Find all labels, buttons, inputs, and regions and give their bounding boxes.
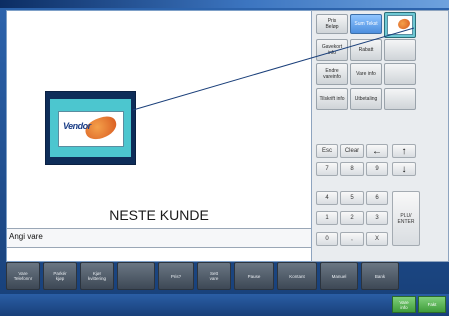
transaction-area: Vendor NESTE KUNDE Angi vare [6, 10, 312, 262]
bottom-button-label: Pris? [170, 273, 182, 279]
key-label: X [374, 236, 379, 242]
card-shortcut-button[interactable] [384, 12, 416, 38]
key-label: , [351, 236, 353, 242]
function-button-sum-text[interactable]: Sum Tekst [350, 14, 382, 34]
key-4[interactable]: 4 [316, 191, 338, 205]
function-button-label: Vare info [356, 71, 376, 77]
function-button-blank-1[interactable] [384, 39, 416, 61]
key-label: 8 [350, 166, 354, 172]
status-button-label: Fakt [427, 302, 437, 307]
key-1[interactable]: 1 [316, 211, 338, 225]
arrow-up-key[interactable]: ↑ [392, 144, 416, 158]
status-bar: Vare info Fakt [0, 294, 449, 316]
function-button-payout[interactable]: Utbetaling [350, 88, 382, 110]
bottom-button-1[interactable]: Vare Telefonnr [6, 262, 40, 290]
function-button-blank-3[interactable] [384, 88, 416, 110]
key-3[interactable]: 3 [366, 211, 388, 225]
key-8[interactable]: 8 [340, 162, 364, 176]
function-button-price[interactable]: Pris Beløp [316, 14, 348, 34]
bottom-button-label: Manuel [331, 273, 347, 279]
app-window: Vendor NESTE KUNDE Angi vare Pris Beløp … [0, 0, 449, 316]
key-label: Esc [321, 148, 332, 154]
arrow-down-key[interactable]: ↓ [392, 162, 416, 176]
status-button-item-info[interactable]: Vare info [392, 296, 416, 313]
arrow-left-icon: ← [372, 145, 382, 157]
function-button-label: Tilskrift info [319, 96, 345, 102]
card-thumbnail-background: Vendor [50, 99, 131, 157]
title-bar [0, 0, 449, 8]
key-multiply[interactable]: X [366, 232, 388, 246]
key-label: Clear [344, 148, 360, 154]
key-label: 2 [350, 215, 354, 221]
function-button-giftcard[interactable]: Gavekort info [316, 39, 348, 61]
bottom-button-2[interactable]: Parkér kjøp [43, 262, 77, 290]
item-input-label: Angi vare [9, 232, 43, 241]
bottom-button-4[interactable] [117, 262, 155, 290]
function-button-label: Gavekort info [321, 44, 343, 56]
card-brand-text: Vendor [63, 121, 91, 131]
key-comma[interactable]: , [340, 232, 364, 246]
key-label: 3 [375, 215, 379, 221]
arrow-up-icon: ↑ [401, 145, 407, 157]
status-button-label: Vare info [399, 299, 409, 310]
bottom-button-9[interactable]: Manuel [320, 262, 358, 290]
function-button-item-info[interactable]: Vare info [350, 63, 382, 85]
function-button-blank-2[interactable] [384, 63, 416, 85]
function-button-discount[interactable]: Rabatt [350, 39, 382, 61]
card-thumbnail[interactable]: Vendor [45, 91, 136, 165]
backspace-key[interactable]: ← [366, 144, 388, 158]
esc-key[interactable]: Esc [316, 144, 338, 158]
function-button-subscription-info[interactable]: Tilskrift info [316, 88, 348, 110]
bottom-button-label: Bank [374, 273, 386, 279]
function-panel: Pris Beløp Sum Tekst Gavekort info Rabat… [311, 10, 449, 262]
key-label: 5 [350, 195, 354, 201]
key-0[interactable]: 0 [316, 232, 338, 246]
preview-stage: Vendor [7, 11, 311, 201]
bottom-button-5[interactable]: Pris? [158, 262, 194, 290]
vendor-card-icon [396, 17, 412, 31]
function-key-bar: Vare Telefonnr Parkér kjøp Kjør kvitteri… [6, 262, 447, 292]
key-label: 0 [325, 236, 329, 242]
function-button-label: Endre vareinfo [323, 68, 341, 80]
payment-card-image: Vendor [58, 111, 124, 147]
function-button-label: Pris Beløp [325, 18, 339, 30]
key-label: PLU/ ENTER [397, 212, 415, 225]
key-6[interactable]: 6 [366, 191, 388, 205]
key-label: 1 [325, 215, 329, 221]
function-button-edit-item-info[interactable]: Endre vareinfo [316, 63, 348, 85]
key-label: 9 [375, 166, 379, 172]
bottom-button-3[interactable]: Kjør kvittering [80, 262, 114, 290]
bottom-button-label: Pause [247, 273, 261, 279]
key-7[interactable]: 7 [316, 162, 338, 176]
key-2[interactable]: 2 [340, 211, 364, 225]
bottom-button-6[interactable]: Sett vare [197, 262, 231, 290]
function-button-label: Rabatt [358, 47, 374, 53]
key-label: 6 [375, 195, 379, 201]
bottom-button-label: Kjør kvittering [87, 271, 106, 281]
key-5[interactable]: 5 [340, 191, 364, 205]
bottom-button-label: Sett vare [209, 271, 219, 281]
bottom-button-8[interactable]: Kontant [277, 262, 317, 290]
key-label: 4 [325, 195, 329, 201]
bottom-button-label: Vare Telefonnr [13, 271, 33, 281]
bottom-button-label: Parkér kjøp [53, 271, 67, 281]
status-message: NESTE KUNDE [109, 207, 209, 223]
item-input[interactable]: Angi vare [7, 228, 311, 248]
bottom-button-7[interactable]: Pause [234, 262, 274, 290]
key-label: 7 [325, 166, 329, 172]
function-button-label: Sum Tekst [354, 21, 378, 27]
bottom-button-10[interactable]: Bank [361, 262, 399, 290]
function-button-label: Utbetaling [354, 96, 378, 102]
key-9[interactable]: 9 [366, 162, 388, 176]
arrow-down-icon: ↓ [401, 163, 407, 175]
bottom-button-label: Kontant [289, 273, 305, 279]
status-button-invoice[interactable]: Fakt [418, 296, 446, 313]
plu-enter-key[interactable]: PLU/ ENTER [392, 191, 420, 246]
clear-key[interactable]: Clear [340, 144, 364, 158]
